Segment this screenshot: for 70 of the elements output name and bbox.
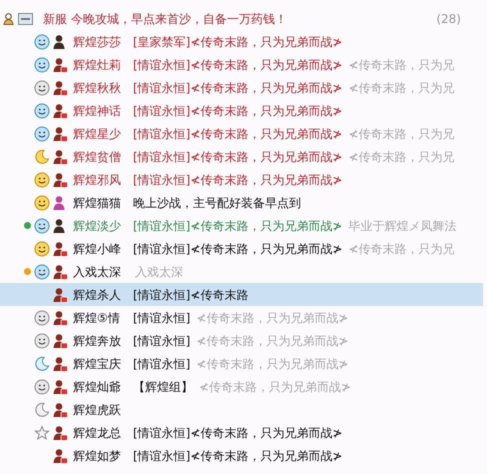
- member-signature: [情谊永恒]≮传奇末路，只为兄弟而战≯: [133, 80, 342, 96]
- member-name: 辉煌如梦: [73, 448, 122, 464]
- member-note: ≮传奇末路，只为兄弟而战≯: [196, 332, 348, 350]
- member-row[interactable]: 辉煌邪风 [情谊永恒]≮传奇末路，只为兄弟而战≯: [0, 168, 483, 191]
- member-signature: [情谊永恒]≮传奇末路，只为兄弟而战≯: [133, 102, 342, 120]
- member-name: 辉煌猫猫: [73, 194, 122, 212]
- member-signature: 晚上沙战，主号配好装备早点到: [133, 194, 301, 212]
- member-row[interactable]: 辉煌虎跃: [0, 398, 483, 421]
- member-name: 辉煌淡少: [73, 218, 122, 234]
- member-signature: [情谊永恒]≮传奇末路，只为兄弟而战≯: [133, 126, 342, 142]
- member-signature: [情谊永恒]≮传奇末路，只为兄弟而战≯: [133, 448, 342, 464]
- member-row[interactable]: 辉煌杀人 [情谊永恒]≮传奇末路: [0, 283, 483, 306]
- member-name: 辉煌星少: [73, 126, 122, 142]
- member-row[interactable]: 辉煌灶莉 [情谊永恒]≮传奇末路，只为兄弟而战≯ ≮传奇末路，只为兄: [0, 53, 483, 76]
- member-note: ≮传奇末路，只为兄: [348, 56, 455, 74]
- member-name: 辉煌灿爺: [73, 378, 122, 396]
- member-name: 辉煌贫僧: [73, 148, 122, 166]
- member-note: 毕业于辉煌メ凤舞法: [348, 218, 456, 234]
- member-row[interactable]: 辉煌小峰 [情谊永恒]≮传奇末路，只为兄弟而战≯ ≮传奇末路，只为兄: [0, 237, 483, 260]
- member-row[interactable]: 辉煌星少 [情谊永恒]≮传奇末路，只为兄弟而战≯ ≮传奇末路，只为兄: [0, 122, 483, 145]
- member-name: 辉煌小峰: [73, 240, 122, 258]
- member-name: 辉煌杀人: [73, 286, 122, 304]
- group-title: 新服 今晚攻城，早点来首沙，自备一万药钱！: [43, 11, 287, 28]
- member-note: ≮传奇末路，只为兄: [348, 126, 455, 142]
- member-signature: [情谊永恒]≮传奇末路，只为兄弟而战≯: [133, 148, 342, 166]
- person-icon: [3, 13, 14, 25]
- member-name: 辉煌龙总: [73, 424, 122, 442]
- member-row[interactable]: 辉煌⑤情 [情谊永恒] ≮传奇末路，只为兄弟而战≯: [0, 306, 483, 329]
- member-row[interactable]: 辉煌如梦 [情谊永恒]≮传奇末路，只为兄弟而战≯: [0, 444, 483, 467]
- member-signature: [情谊永恒]: [133, 356, 190, 372]
- member-row[interactable]: 入戏太深 入戏太深: [0, 260, 483, 283]
- member-signature: [情谊永恒]≮传奇末路，只为兄弟而战≯: [133, 424, 342, 442]
- member-row[interactable]: 辉煌龙总 [情谊永恒]≮传奇末路，只为兄弟而战≯: [0, 421, 483, 444]
- member-row[interactable]: 辉煌宝庆 [情谊永恒] ≮传奇末路，只为兄弟而战≯: [0, 352, 483, 375]
- member-row[interactable]: 辉煌秋秋 [情谊永恒]≮传奇末路，只为兄弟而战≯ ≮传奇末路，只为兄: [0, 76, 483, 99]
- member-signature: [情谊永恒]≮传奇末路，只为兄弟而战≯: [133, 218, 342, 234]
- member-signature: [情谊永恒]≮传奇末路，只为兄弟而战≯: [133, 172, 342, 188]
- member-note: ≮传奇末路，只为兄弟而战≯: [196, 356, 348, 372]
- member-name: 辉煌灶莉: [73, 56, 122, 74]
- member-signature: [皇家禁军]≮传奇末路，只为兄弟而战≯: [133, 34, 342, 50]
- member-signature: [情谊永恒]≮传奇末路，只为兄弟而战≯: [133, 240, 342, 258]
- member-note: ≮传奇末路，只为兄: [348, 148, 455, 166]
- member-row[interactable]: 辉煌贫僧 [情谊永恒]≮传奇末路，只为兄弟而战≯ ≮传奇末路，只为兄: [0, 145, 483, 168]
- member-row[interactable]: 辉煌猫猫 晚上沙战，主号配好装备早点到: [0, 191, 483, 214]
- member-note: ≮传奇末路，只为兄弟而战≯: [196, 310, 348, 326]
- member-count: (28): [436, 11, 461, 28]
- member-name: 辉煌宝庆: [73, 356, 122, 372]
- member-row[interactable]: 辉煌莎莎 [皇家禁军]≮传奇末路，只为兄弟而战≯: [0, 30, 483, 53]
- member-note: ≮传奇末路，只为兄弟而战≯: [199, 378, 352, 396]
- member-row[interactable]: 辉煌灿爺 【辉煌组】 ≮传奇末路，只为兄弟而战≯: [0, 375, 483, 398]
- member-signature: [情谊永恒]: [133, 332, 190, 350]
- member-row[interactable]: 辉煌神话 [情谊永恒]≮传奇末路，只为兄弟而战≯: [0, 99, 483, 122]
- member-note: ≮传奇末路，只为兄: [348, 80, 455, 96]
- member-name: 辉煌邪风: [73, 172, 122, 188]
- member-name: 辉煌⑤情: [73, 310, 121, 326]
- member-note: 入戏太深: [135, 264, 183, 280]
- member-name: 辉煌虎跃: [73, 402, 122, 418]
- member-name: 辉煌奔放: [73, 332, 122, 350]
- collapse-icon[interactable]: [18, 13, 33, 25]
- member-row[interactable]: 辉煌奔放 [情谊永恒] ≮传奇末路，只为兄弟而战≯: [0, 329, 483, 352]
- member-signature: [情谊永恒]: [133, 310, 190, 326]
- member-row[interactable]: 辉煌淡少 [情谊永恒]≮传奇末路，只为兄弟而战≯ 毕业于辉煌メ凤舞法: [0, 214, 483, 237]
- member-note: ≮传奇末路，只为兄: [348, 240, 455, 258]
- member-name: 辉煌秋秋: [73, 80, 122, 96]
- member-signature: [情谊永恒]≮传奇末路，只为兄弟而战≯: [133, 56, 342, 74]
- member-signature: [情谊永恒]≮传奇末路: [133, 286, 248, 304]
- member-name: 辉煌神话: [73, 102, 122, 120]
- member-signature: 【辉煌组】: [133, 378, 193, 396]
- member-name: 辉煌莎莎: [73, 34, 122, 50]
- member-name: 入戏太深: [73, 264, 122, 280]
